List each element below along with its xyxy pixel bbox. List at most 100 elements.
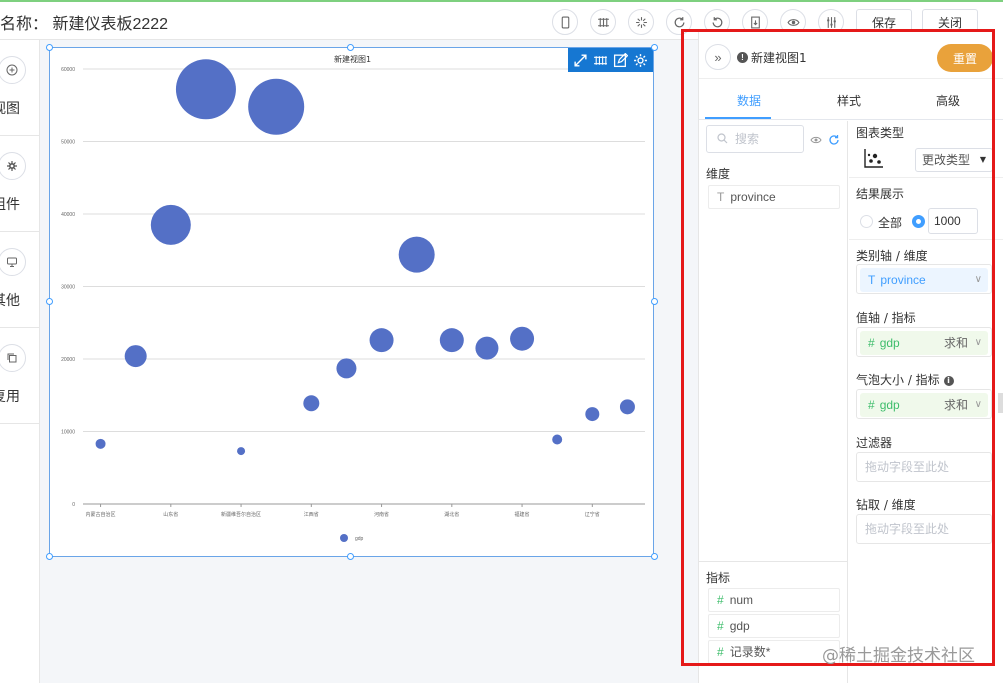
active-tab-indicator [705,117,771,119]
result-all-radio[interactable] [860,215,873,228]
y-tick-label: 10000 [61,430,75,436]
chart-toolbar [568,48,653,72]
bubble-point [336,358,357,379]
resize-handle[interactable] [347,553,354,560]
value-field-pill[interactable]: # gdp 求和 ∨ [860,331,988,355]
eye-icon[interactable] [810,134,822,146]
value-axis-label: 值轴 / 指标 [856,311,916,325]
resize-handle[interactable] [46,553,53,560]
category-field-pill[interactable]: Tprovince ∨ [860,268,988,292]
bubble-point [248,78,305,135]
bubble-chart: 新建视图1 0 10000 20000 30000 40000 50000 60000 内蒙古自… [61,54,645,542]
drill-dropzone[interactable]: 拖动字段至此处 [856,514,992,544]
mobile-icon[interactable] [552,9,578,35]
refresh-icon[interactable] [828,134,840,146]
result-all-label: 全部 [878,216,903,230]
resize-handle[interactable] [651,553,658,560]
dimension-section-title: 维度 [706,167,731,181]
value-axis-dropzone[interactable]: # gdp 求和 ∨ [856,327,992,357]
left-sidebar: 视图 组件 其他 复用 [0,40,40,683]
sparkle-icon[interactable] [628,9,654,35]
bubble-point [510,326,535,351]
chart-component[interactable]: 新建视图1 0 10000 20000 30000 40000 50000 60000 内蒙古自… [49,47,654,557]
sidebar-item-component[interactable]: 组件 [0,136,40,232]
x-tick-label: 辽宁省 [585,511,600,518]
resize-handle[interactable] [46,298,53,305]
monitor-icon [0,248,26,276]
field-list-column: 搜索 维度 Tprovince 指标 # num # gdp # 记录数* [699,121,848,683]
chart-title: 新建视图1 [334,54,371,64]
filter-label: 过滤器 [856,436,893,450]
bubble-point [237,447,246,456]
double-chevron-right-icon[interactable]: » [705,44,731,70]
y-tick-label: 40000 [61,212,75,218]
x-tick-label: 新疆维吾尔自治区 [221,511,261,518]
y-tick-label: 30000 [61,285,75,291]
sidebar-item-label: 复用 [0,389,20,405]
category-axis-dropzone[interactable]: Tprovince ∨ [856,264,992,294]
x-tick-label: 福建省 [515,511,530,518]
change-type-dropdown[interactable]: 更改类型 ▼ [915,148,993,172]
view-editor-panel: » ! 新建视图1 重置 数据 样式 高级 搜索 维度 Tprovince 指标 [698,29,1003,683]
sidebar-item-other[interactable]: 其他 [0,232,40,328]
bubble-point [552,434,563,445]
panel-tabs: 数据 样式 高级 [699,80,1003,120]
reset-button[interactable]: 重置 [937,44,993,72]
metric-field-gdp[interactable]: # gdp [708,614,840,638]
chart-type-label: 图表类型 [856,126,905,140]
result-display-label: 结果展示 [856,187,905,201]
metric-field-record-count[interactable]: # 记录数* [708,640,840,664]
y-tick-label: 60000 [61,67,75,73]
bubble-field-pill[interactable]: # gdp 求和 ∨ [860,393,988,417]
info-icon: ! [737,52,748,63]
bubble-size-dropzone[interactable]: # gdp 求和 ∨ [856,389,992,419]
bubble-point [150,204,191,245]
dashboard-canvas: 新建视图1 0 10000 20000 30000 40000 50000 60000 内蒙古自… [40,40,698,683]
y-tick-label: 20000 [61,357,75,363]
bubble-point [175,59,236,120]
bubble-point [124,345,147,368]
x-tick-label: 江西省 [304,511,319,518]
chevron-down-icon: ∨ [974,274,982,285]
category-axis-label: 类别轴 / 维度 [856,249,928,263]
bubble-point [585,407,600,422]
filter-dropzone[interactable]: 拖动字段至此处 [856,452,992,482]
sidebar-item-reuse[interactable]: 复用 [0,328,40,424]
y-tick-label: 0 [72,502,75,508]
x-tick-label: 河南省 [374,511,389,518]
tab-data[interactable]: 数据 [737,92,761,109]
chevron-down-icon: ∨ [974,399,982,410]
panel-edge-handle[interactable] [998,393,1003,413]
search-input[interactable]: 搜索 [706,125,804,153]
expand-icon[interactable] [572,52,589,69]
resize-handle[interactable] [46,44,53,51]
grid-icon[interactable] [592,52,609,69]
panel-header: » ! 新建视图1 重置 [699,29,1003,79]
divider [849,177,1003,178]
resize-handle[interactable] [347,44,354,51]
bubble-point [303,395,320,412]
settings-icon[interactable] [632,52,649,69]
sidebar-item-label: 视图 [0,101,20,117]
caret-down-icon: ▼ [979,155,986,164]
result-count-radio[interactable] [912,215,925,228]
refresh-icon[interactable] [666,9,692,35]
grid-icon[interactable] [590,9,616,35]
dimension-field-province[interactable]: Tprovince [708,185,840,209]
chart-config-column: 图表类型 更改类型 ▼ 结果展示 全部 1000 类别轴 / 维度 Tprovin… [849,121,1003,683]
legend-label: gdp [355,536,364,542]
tab-advanced[interactable]: 高级 [936,92,960,109]
view-name: 新建视图1 [751,51,807,65]
resize-handle[interactable] [651,298,658,305]
result-count-input[interactable]: 1000 [928,208,978,234]
drill-label: 钻取 / 维度 [856,498,916,512]
component-icon [0,152,26,180]
bubble-point [439,328,464,353]
x-tick-label: 内蒙古自治区 [86,511,116,518]
edit-icon[interactable] [612,52,629,69]
bubble-point [398,236,435,273]
tab-style[interactable]: 样式 [837,92,861,109]
metric-field-num[interactable]: # num [708,588,840,612]
resize-handle[interactable] [651,44,658,51]
sidebar-item-view[interactable]: 视图 [0,40,40,136]
